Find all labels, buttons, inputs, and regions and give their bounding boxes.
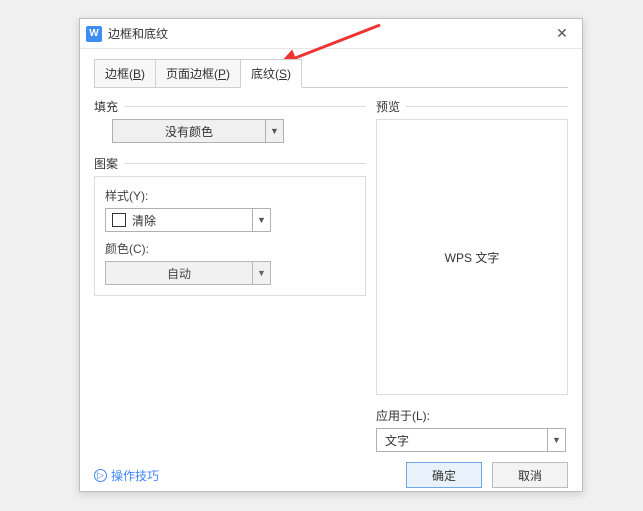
apply-to-value: 文字 bbox=[377, 432, 547, 449]
pattern-group-label: 图案 bbox=[94, 155, 118, 172]
apply-to-dropdown[interactable]: 文字 ▼ bbox=[376, 428, 566, 452]
tabs: 边框(B) 页面边框(P) 底纹(S) bbox=[94, 59, 568, 88]
app-icon: W bbox=[86, 26, 102, 42]
close-button[interactable]: ✕ bbox=[542, 19, 582, 49]
left-column: 填充 没有颜色 ▼ 图案 样式(Y): 清除 bbox=[94, 98, 366, 452]
borders-and-shading-dialog: W 边框和底纹 ✕ 边框(B) 页面边框(P) 底纹(S) 填充 bbox=[79, 18, 583, 492]
dialog-title: 边框和底纹 bbox=[108, 25, 542, 42]
tab-page-borders[interactable]: 页面边框(P) bbox=[155, 59, 241, 88]
chevron-down-icon: ▼ bbox=[252, 262, 270, 284]
close-icon: ✕ bbox=[556, 25, 568, 42]
preview-area: WPS 文字 bbox=[376, 119, 568, 395]
chevron-down-icon: ▼ bbox=[252, 209, 270, 231]
dialog-footer: ▷ 操作技巧 确定 取消 bbox=[80, 452, 582, 500]
right-column: 预览 WPS 文字 应用于(L): 文字 ▼ bbox=[366, 98, 568, 452]
tips-text: 操作技巧 bbox=[111, 467, 159, 484]
tab-shading[interactable]: 底纹(S) bbox=[240, 59, 302, 88]
chevron-down-icon: ▼ bbox=[265, 120, 283, 142]
tips-link[interactable]: ▷ 操作技巧 bbox=[94, 467, 159, 484]
chevron-down-icon: ▼ bbox=[547, 429, 565, 451]
pattern-style-dropdown[interactable]: 清除 ▼ bbox=[105, 208, 271, 232]
tab-borders[interactable]: 边框(B) bbox=[94, 59, 156, 88]
pattern-swatch-icon bbox=[112, 213, 126, 227]
titlebar: W 边框和底纹 ✕ bbox=[80, 19, 582, 49]
fill-color-dropdown[interactable]: 没有颜色 ▼ bbox=[112, 119, 284, 143]
fill-color-value: 没有颜色 bbox=[113, 123, 265, 140]
cancel-button[interactable]: 取消 bbox=[492, 462, 568, 488]
fill-group-label: 填充 bbox=[94, 98, 118, 115]
pattern-color-value: 自动 bbox=[106, 265, 252, 282]
play-icon: ▷ bbox=[94, 469, 107, 482]
pattern-group: 样式(Y): 清除 ▼ 颜色(C): 自动 ▼ bbox=[94, 176, 366, 296]
preview-text: WPS 文字 bbox=[445, 249, 500, 266]
pattern-style-value: 清除 bbox=[132, 212, 156, 229]
pattern-color-dropdown[interactable]: 自动 ▼ bbox=[105, 261, 271, 285]
color-label: 颜色(C): bbox=[105, 240, 355, 257]
ok-button[interactable]: 确定 bbox=[406, 462, 482, 488]
preview-label: 预览 bbox=[376, 98, 400, 115]
style-label: 样式(Y): bbox=[105, 187, 355, 204]
apply-to-label: 应用于(L): bbox=[376, 407, 568, 424]
